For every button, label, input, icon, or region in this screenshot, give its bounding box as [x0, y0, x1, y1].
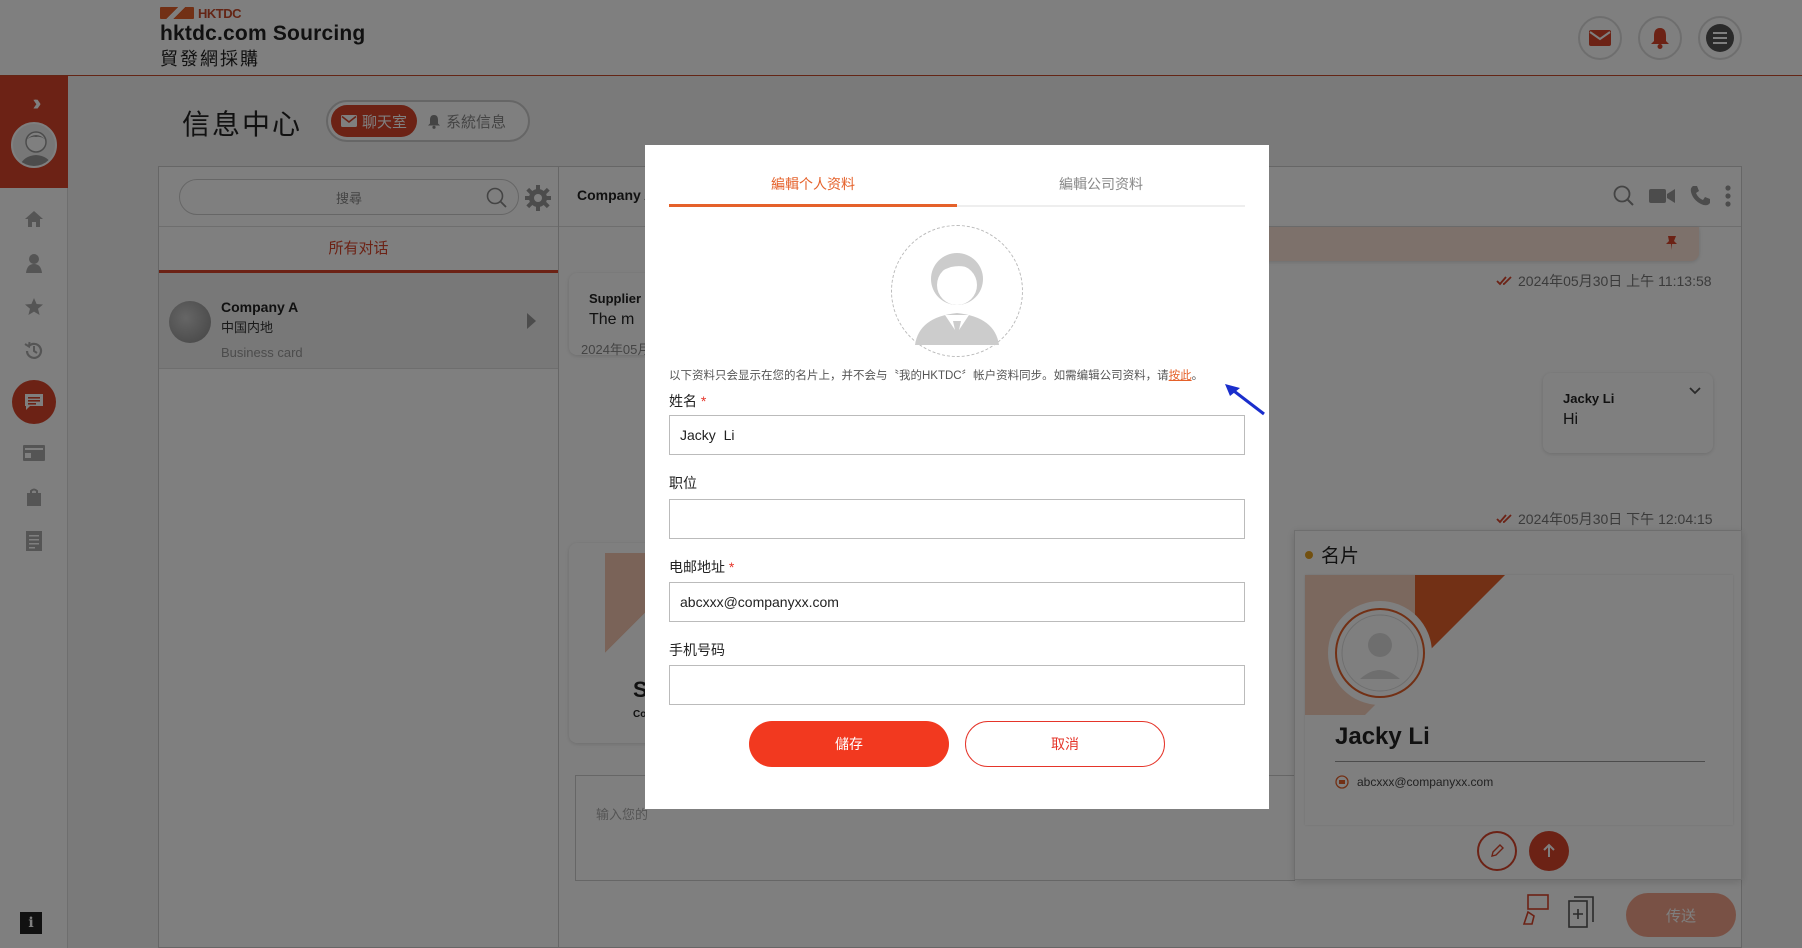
name-field[interactable]	[669, 415, 1245, 455]
profile-note-end: 。	[1191, 370, 1204, 382]
required-mark: *	[700, 393, 707, 409]
profile-note-text: 以下资料只会显示在您的名片上，并不会与〝我的HKTDC〞帐户资料同步。如需编辑公…	[669, 370, 1169, 382]
avatar-placeholder-icon	[900, 234, 1014, 348]
name-label-text: 姓名	[669, 393, 697, 409]
edit-profile-modal: 編輯个人资料 編輯公司资料 以下资料只会显示在您的名片上，并不会与〝我的HKTD…	[645, 145, 1269, 809]
email-field[interactable]	[669, 582, 1245, 622]
annotation-arrow-icon	[1225, 384, 1265, 416]
profile-note: 以下资料只会显示在您的名片上，并不会与〝我的HKTDC〞帐户资料同步。如需编辑公…	[669, 367, 1203, 383]
position-label: 职位	[669, 475, 697, 491]
position-field[interactable]	[669, 499, 1245, 539]
profile-photo-upload[interactable]	[891, 225, 1023, 357]
email-label: 电邮地址 *	[669, 557, 734, 577]
required-mark: *	[728, 559, 735, 575]
email-label-text: 电邮地址	[669, 559, 725, 575]
phone-label: 手机号码	[669, 642, 725, 658]
cancel-button[interactable]: 取消	[965, 721, 1165, 767]
tab-edit-company[interactable]: 編輯公司资料	[957, 165, 1245, 205]
save-button[interactable]: 儲存	[749, 721, 949, 767]
tab-edit-personal[interactable]: 編輯个人资料	[669, 165, 957, 207]
name-label: 姓名 *	[669, 391, 706, 411]
edit-company-link[interactable]: 按此	[1169, 370, 1192, 382]
phone-field[interactable]	[669, 665, 1245, 705]
modal-tabs: 編輯个人资料 編輯公司资料	[669, 165, 1245, 207]
